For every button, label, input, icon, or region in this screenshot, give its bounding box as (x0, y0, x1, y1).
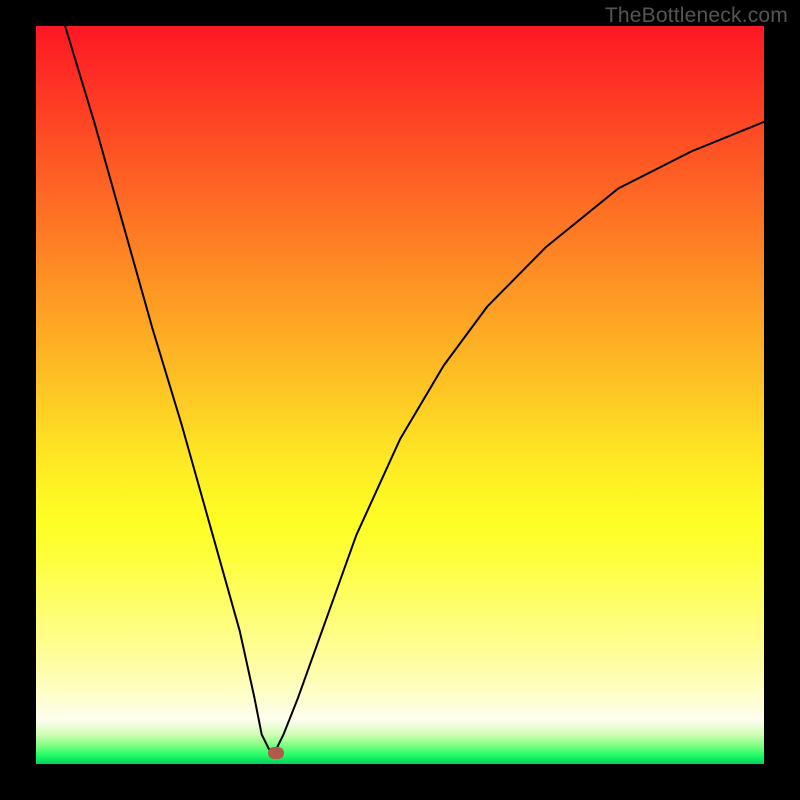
bottleneck-curve (36, 26, 764, 764)
plot-area (36, 26, 764, 764)
chart-frame: TheBottleneck.com (0, 0, 800, 800)
optimum-marker (268, 747, 284, 759)
watermark-text: TheBottleneck.com (605, 4, 788, 28)
